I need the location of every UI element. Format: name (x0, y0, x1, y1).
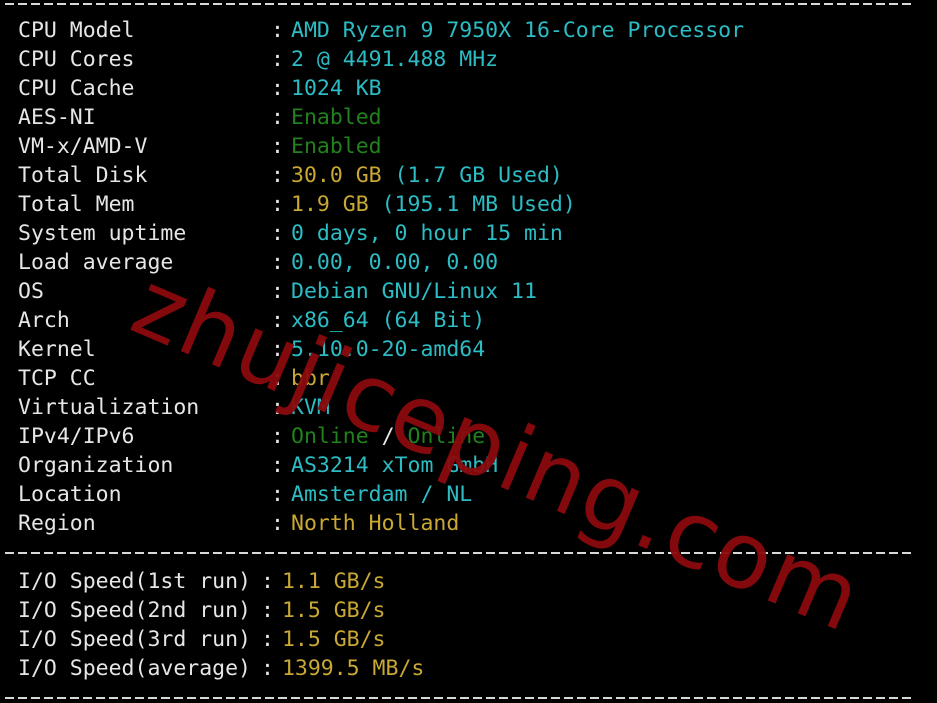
info-label: CPU Model (18, 18, 135, 43)
info-label: Total Mem (18, 192, 135, 217)
io-value: 1.5 GB/s (281, 598, 386, 623)
info-label: OS (18, 279, 44, 304)
info-value: 5.10.0-20-amd64 (291, 337, 486, 362)
info-row: CPU Cores:2 @ 4491.488 MHz (18, 45, 498, 74)
info-row: System uptime:0 days, 0 hour 15 min (18, 219, 563, 248)
info-row: Virtualization: KVM (18, 393, 330, 422)
info-label: Load average (18, 250, 174, 275)
info-value: 2 @ 4491.488 MHz (291, 47, 499, 72)
separator-colon: : (271, 105, 284, 130)
info-row: Total Disk:30.0 GB (1.7 GB Used) (18, 161, 563, 190)
separator-colon: : (271, 47, 284, 72)
info-row: Region: North Holland (18, 509, 459, 538)
info-label: Location (18, 482, 122, 507)
separator-colon: : (271, 395, 284, 420)
info-row: TCP CC: bbr (18, 364, 330, 393)
info-value: 30.0 GB (291, 163, 382, 188)
info-row: CPU Cache:1024 KB (18, 74, 382, 103)
info-label: CPU Cores (18, 47, 135, 72)
io-value: 1.1 GB/s (281, 569, 386, 594)
io-row: I/O Speed(1st run):1.1 GB/s (18, 567, 386, 596)
info-label: IPv4/IPv6 (18, 424, 135, 449)
separator-colon: : (271, 76, 284, 101)
separator-colon: : (261, 627, 274, 652)
separator-colon: : (271, 163, 284, 188)
io-row: I/O Speed(2nd run):1.5 GB/s (18, 596, 386, 625)
separator-line (5, 3, 915, 5)
io-row: I/O Speed(3rd run):1.5 GB/s (18, 625, 386, 654)
separator-colon: : (271, 424, 284, 449)
info-value: AMD Ryzen 9 7950X 16-Core Processor (291, 18, 745, 43)
separator-colon: : (271, 366, 284, 391)
info-label: Region (18, 511, 96, 536)
info-label: Total Disk (18, 163, 148, 188)
info-value: 1.9 GB (291, 192, 369, 217)
separator-colon: : (261, 598, 274, 623)
info-label: AES-NI (18, 105, 96, 130)
info-row: CPU Model: AMD Ryzen 9 7950X 16-Core Proc… (18, 16, 744, 45)
info-label: CPU Cache (18, 76, 135, 101)
info-row: Total Mem:1.9 GB (195.1 MB Used) (18, 190, 576, 219)
io-label: I/O Speed(2nd run) (18, 598, 251, 623)
separator-colon: : (271, 511, 284, 536)
info-label: System uptime (18, 221, 187, 246)
separator-colon: : (271, 250, 284, 275)
info-row: Kernel:5.10.0-20-amd64 (18, 335, 485, 364)
info-label: Kernel (18, 337, 96, 362)
info-label: Virtualization (18, 395, 200, 420)
io-value: 1399.5 MB/s (281, 656, 425, 681)
io-value: 1.5 GB/s (281, 627, 386, 652)
info-value: Enabled (291, 134, 382, 159)
info-value: 0 days, 0 hour 15 min (291, 221, 563, 246)
info-row: AES-NI: Enabled (18, 103, 382, 132)
info-value: AS3214 xTom GmbH (291, 453, 499, 478)
info-value: North Holland (291, 511, 460, 536)
info-row: VM-x/AMD-V: Enabled (18, 132, 382, 161)
info-row: Organization: AS3214 xTom GmbH (18, 451, 498, 480)
separator-colon: : (271, 192, 284, 217)
info-value: KVM (291, 395, 330, 420)
info-value: Online (291, 424, 369, 449)
info-value: x86_64 (64 Bit) (291, 308, 486, 333)
separator-colon: : (271, 482, 284, 507)
info-value: Enabled (291, 105, 382, 130)
separator-colon: : (271, 221, 284, 246)
io-label: I/O Speed(3rd run) (18, 627, 251, 652)
separator-colon: : (261, 569, 274, 594)
info-value: Online (407, 424, 486, 449)
info-row: Arch: x86_64 (64 Bit) (18, 306, 485, 335)
info-label: TCP CC (18, 366, 96, 391)
separator-colon: : (271, 337, 284, 362)
info-value: Amsterdam / NL (291, 482, 473, 507)
separator-colon: : (271, 308, 284, 333)
io-label: I/O Speed(1st run) (18, 569, 251, 594)
io-row: I/O Speed(average):1399.5 MB/s (18, 654, 424, 683)
separator-colon: : (271, 453, 284, 478)
separator-colon: : (261, 656, 274, 681)
info-row: IPv4/IPv6: Online / Online (18, 422, 485, 451)
separator-line (5, 697, 915, 699)
info-value: 1024 KB (291, 76, 382, 101)
separator-colon: : (271, 18, 284, 43)
info-row: Location: Amsterdam / NL (18, 480, 472, 509)
separator-colon: : (271, 134, 284, 159)
info-value: / (368, 424, 408, 449)
info-label: VM-x/AMD-V (18, 134, 148, 159)
separator-colon: : (271, 279, 284, 304)
info-row: OS: Debian GNU/Linux 11 (18, 277, 537, 306)
info-label: Arch (18, 308, 70, 333)
info-value: (195.1 MB Used) (368, 192, 576, 217)
info-value: Debian GNU/Linux 11 (291, 279, 537, 304)
info-value: bbr (291, 366, 330, 391)
info-value: (1.7 GB Used) (381, 163, 563, 188)
io-label: I/O Speed(average) (18, 656, 251, 681)
separator-line (5, 552, 915, 554)
info-label: Organization (18, 453, 174, 478)
terminal-window: CPU Model: AMD Ryzen 9 7950X 16-Core Proc… (0, 0, 937, 703)
info-value: 0.00, 0.00, 0.00 (291, 250, 499, 275)
info-row: Load average:0.00, 0.00, 0.00 (18, 248, 498, 277)
